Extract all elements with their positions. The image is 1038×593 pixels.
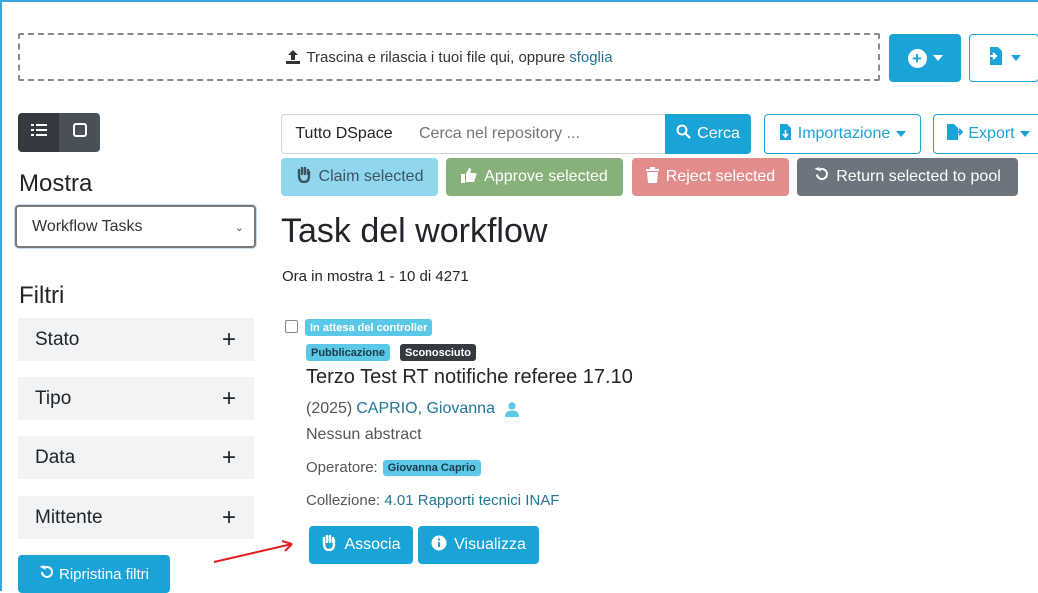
import-export-dropdown-button[interactable] (969, 34, 1038, 82)
reset-filters-button[interactable]: Ripristina filtri (18, 555, 170, 593)
claim-task-button[interactable]: Associa (309, 526, 413, 564)
file-export-icon (946, 123, 964, 145)
view-item-button[interactable]: Visualizza (418, 526, 539, 564)
claim-task-label: Associa (344, 536, 401, 553)
facet-label: Stato (35, 328, 80, 350)
drop-zone-text: Trascina e rilascia i tuoi file qui, opp… (306, 48, 566, 66)
plus-icon: + (221, 384, 236, 412)
caret-down-icon (1019, 131, 1030, 137)
page-title: Task del workflow (281, 212, 548, 250)
collection-label: Collezione: (306, 492, 381, 509)
facet-label: Tipo (35, 387, 72, 409)
plus-circle-icon: + (907, 48, 927, 68)
return-to-pool-button[interactable]: Return selected to pool (797, 158, 1018, 196)
status-badge: In attesa del controller (305, 319, 433, 336)
user-icon (504, 401, 519, 417)
facet-mittente[interactable]: Mittente + (18, 496, 254, 539)
approve-selected-label: Approve selected (484, 168, 608, 185)
chevron-down-icon: ⌄ (234, 222, 244, 234)
trash-icon (645, 166, 659, 188)
export-label: Export (968, 125, 1015, 142)
facet-data[interactable]: Data + (18, 436, 254, 479)
plus-icon: + (221, 503, 236, 531)
select-item-checkbox[interactable] (285, 320, 298, 333)
upload-icon (285, 49, 301, 65)
facet-stato[interactable]: Stato + (18, 318, 254, 361)
configuration-select-value: Workflow Tasks (32, 217, 143, 235)
reset-filters-label: Ripristina filtri (58, 565, 149, 583)
list-view-button[interactable] (18, 113, 59, 152)
hand-icon (296, 166, 312, 188)
import-dropdown-button[interactable]: Importazione (764, 114, 921, 154)
file-drop-zone[interactable]: Trascina e rilascia i tuoi file qui, opp… (18, 33, 880, 81)
caret-down-icon (1011, 55, 1021, 61)
plus-icon: + (221, 443, 236, 471)
plus-icon: + (221, 325, 236, 353)
reject-selected-label: Reject selected (665, 168, 776, 185)
browse-link[interactable]: sfoglia (569, 49, 612, 66)
import-label: Importazione (797, 125, 891, 142)
author-link[interactable]: CAPRIO, Giovanna (356, 400, 495, 418)
item-abstract: Nessun abstract (306, 426, 422, 443)
reject-selected-button[interactable]: Reject selected (632, 158, 789, 196)
facet-label: Mittente (35, 506, 103, 528)
facet-tipo[interactable]: Tipo + (18, 377, 254, 420)
results-count: Ora in mostra 1 - 10 di 4271 (282, 268, 469, 285)
file-import-icon (779, 123, 792, 145)
collection-link[interactable]: 4.01 Rapporti tecnici INAF (384, 492, 559, 509)
hand-icon (321, 534, 337, 556)
square-icon (72, 123, 87, 142)
search-button-label: Cerca (697, 125, 740, 142)
unknown-badge: Sconosciuto (400, 344, 477, 361)
thumbs-up-icon (461, 167, 477, 188)
caret-down-icon (932, 55, 943, 61)
claim-selected-button[interactable]: Claim selected (281, 158, 438, 196)
operator-label: Operatore: (306, 459, 378, 476)
search-button[interactable]: Cerca (665, 114, 751, 154)
type-badge: Pubblicazione (306, 344, 390, 361)
item-operator: Operatore: Giovanna Caprio (306, 459, 481, 476)
view-item-label: Visualizza (454, 536, 526, 553)
search-icon (676, 124, 691, 144)
item-title[interactable]: Terzo Test RT notifiche referee 17.10 (306, 366, 633, 389)
claim-selected-label: Claim selected (318, 168, 424, 185)
return-to-pool-label: Return selected to pool (836, 168, 1001, 185)
item-year: (2025) (306, 400, 353, 417)
info-icon (431, 535, 447, 556)
caret-down-icon (896, 131, 907, 137)
add-dropdown-button[interactable]: + (889, 34, 961, 82)
search-input[interactable] (406, 114, 666, 154)
show-label: Mostra (19, 170, 93, 197)
annotation-arrow-icon (213, 540, 293, 563)
configuration-select[interactable]: Workflow Tasks ⌄ (15, 205, 256, 248)
item-metadata: (2025) CAPRIO, Giovanna (306, 400, 519, 418)
approve-selected-button[interactable]: Approve selected (446, 158, 623, 196)
undo-icon (814, 167, 829, 187)
filters-label: Filtri (19, 282, 65, 309)
facet-label: Data (35, 446, 76, 468)
list-icon (30, 123, 47, 142)
operator-badge: Giovanna Caprio (382, 459, 481, 476)
grid-view-button[interactable] (59, 113, 100, 152)
view-mode-toggle (18, 113, 100, 152)
undo-icon (39, 565, 53, 583)
export-dropdown-button[interactable]: Export (933, 114, 1038, 154)
file-import-icon (987, 46, 1005, 71)
search-scope-button[interactable]: Tutto DSpace (281, 114, 407, 154)
item-collection: Collezione: 4.01 Rapporti tecnici INAF (306, 492, 559, 509)
